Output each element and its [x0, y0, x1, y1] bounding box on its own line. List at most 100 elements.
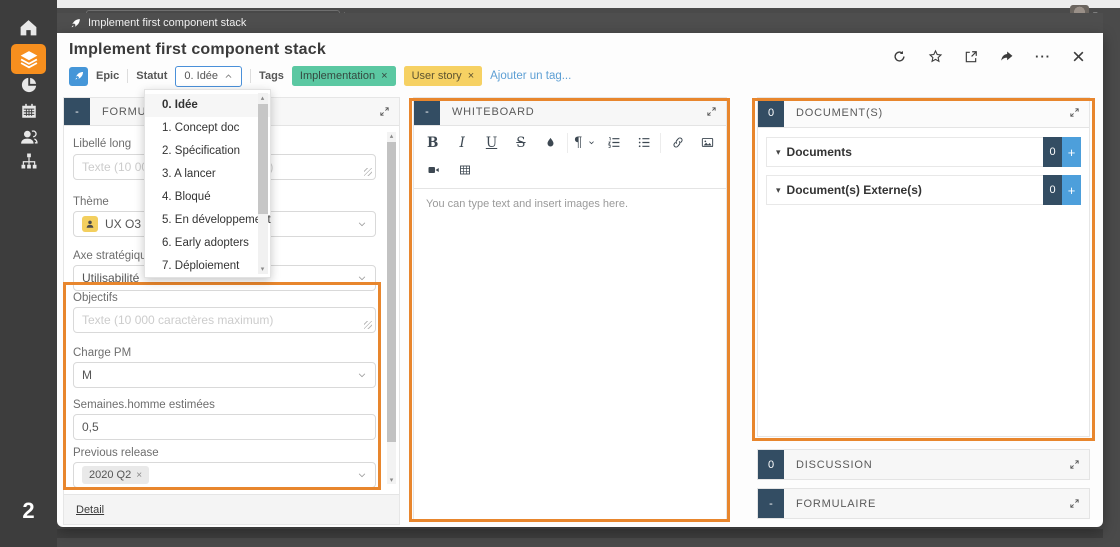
- scroll-down-icon[interactable]: ▾: [258, 265, 267, 273]
- video-icon[interactable]: [418, 157, 449, 182]
- status-option[interactable]: 6. Early adopters: [145, 232, 270, 255]
- italic-icon[interactable]: I: [447, 130, 476, 155]
- sidebar: 2: [0, 0, 57, 547]
- whiteboard-panel-header: - WHITEBOARD: [414, 98, 726, 126]
- rocket-icon: [73, 70, 85, 82]
- unordered-list-icon[interactable]: [629, 130, 658, 155]
- table-icon[interactable]: [449, 157, 480, 182]
- ordered-list-icon[interactable]: [599, 130, 628, 155]
- more-options-icon[interactable]: ···: [1035, 52, 1051, 62]
- scrollbar-thumb[interactable]: [258, 104, 268, 214]
- status-dropdown-menu: 0. Idée 1. Concept doc 2. Spécification …: [144, 89, 271, 278]
- sidebar-item-team[interactable]: [0, 127, 57, 147]
- divider: [250, 69, 251, 83]
- ticket-modal: Implement first component stack Epic Sta…: [57, 33, 1103, 527]
- calendar-icon: [20, 102, 38, 120]
- star-icon[interactable]: [928, 49, 943, 64]
- expand-panel-icon[interactable]: [1069, 459, 1080, 470]
- documents-panel: 0 DOCUMENT(S) ▾ Documents 0 + ▾ Document…: [757, 97, 1090, 437]
- link-icon[interactable]: [663, 130, 692, 155]
- documents-row[interactable]: ▾ Documents 0 +: [766, 137, 1081, 167]
- dropdown-scrollbar[interactable]: ▴ ▾: [258, 93, 268, 274]
- sidebar-item-epics-active[interactable]: [11, 44, 46, 74]
- tag-chip[interactable]: User story ×: [404, 66, 483, 86]
- formulaire2-panel-header: - FORMULAIRE: [757, 488, 1090, 519]
- sidebar-item-calendar[interactable]: [0, 102, 57, 120]
- chevron-up-icon: [224, 72, 233, 81]
- charge-pm-select[interactable]: M: [73, 362, 376, 388]
- status-option[interactable]: 4. Bloqué: [145, 186, 270, 209]
- expand-panel-icon[interactable]: [1069, 107, 1080, 118]
- scroll-down-icon[interactable]: ▾: [387, 476, 396, 484]
- expand-panel-icon[interactable]: [706, 106, 717, 117]
- bold-icon[interactable]: B: [418, 130, 447, 155]
- remove-release-icon[interactable]: ×: [136, 470, 142, 481]
- users-icon: [19, 127, 39, 147]
- collapse-panel-button[interactable]: -: [758, 489, 784, 518]
- remove-tag-icon[interactable]: ×: [381, 70, 387, 82]
- paragraph-glyph: ¶: [574, 135, 583, 151]
- semaines-homme-input[interactable]: 0,5: [73, 414, 376, 440]
- field-label: Objectifs: [73, 292, 118, 304]
- panel-title: FORMULAIRE: [796, 498, 876, 510]
- collapse-panel-button[interactable]: -: [414, 98, 440, 125]
- detail-link[interactable]: Detail: [76, 504, 104, 516]
- objectifs-textarea[interactable]: Texte (10 000 caractères maximum): [73, 307, 376, 333]
- expand-panel-icon[interactable]: [1069, 498, 1080, 509]
- external-documents-row-label: Document(s) Externe(s): [787, 183, 922, 197]
- status-option[interactable]: 3. A lancer: [145, 163, 270, 186]
- sidebar-item-reports[interactable]: [0, 76, 57, 94]
- underline-icon[interactable]: U: [477, 130, 506, 155]
- app-logo: 2: [0, 498, 57, 524]
- panel-count-badge[interactable]: 0: [758, 450, 784, 479]
- status-option[interactable]: 7. Déploiement: [145, 255, 270, 278]
- semaines-value: 0,5: [82, 420, 99, 434]
- strikethrough-icon[interactable]: S: [506, 130, 535, 155]
- toolbar-divider: [660, 133, 661, 153]
- previous-release-select[interactable]: 2020 Q2 ×: [73, 462, 376, 488]
- sitemap-icon: [20, 152, 38, 170]
- color-droplet-icon[interactable]: [536, 130, 565, 155]
- resize-handle-icon[interactable]: [364, 321, 372, 329]
- add-external-document-button[interactable]: +: [1062, 175, 1081, 205]
- add-document-button[interactable]: +: [1062, 137, 1081, 167]
- field-label: Thème: [73, 196, 109, 208]
- sidebar-item-home[interactable]: [0, 17, 57, 38]
- paragraph-format-icon[interactable]: ¶: [570, 130, 599, 155]
- remove-tag-icon[interactable]: ×: [468, 70, 474, 82]
- external-documents-row[interactable]: ▾ Document(s) Externe(s) 0 +: [766, 175, 1081, 205]
- status-dropdown-button[interactable]: 0. Idée: [175, 66, 242, 87]
- whiteboard-editor[interactable]: You can type text and insert images here…: [426, 198, 714, 210]
- scrollbar-thumb[interactable]: [387, 142, 396, 442]
- documents-panel-header: 0 DOCUMENT(S): [758, 98, 1089, 128]
- layers-icon: [19, 49, 39, 69]
- status-option[interactable]: 1. Concept doc: [145, 117, 270, 140]
- field-label: Semaines.homme estimées: [73, 399, 215, 411]
- open-in-new-icon[interactable]: [964, 50, 978, 64]
- rocket-icon: [69, 17, 82, 30]
- close-icon[interactable]: [1072, 50, 1085, 63]
- home-icon: [18, 17, 39, 38]
- collapse-panel-button[interactable]: -: [64, 98, 90, 125]
- sidebar-item-hierarchy[interactable]: [0, 152, 57, 170]
- field-label: Previous release: [73, 447, 159, 459]
- resize-handle-icon[interactable]: [364, 168, 372, 176]
- tag-chip[interactable]: Implementation ×: [292, 66, 396, 86]
- scroll-up-icon[interactable]: ▴: [387, 132, 396, 140]
- image-icon[interactable]: [693, 130, 722, 155]
- status-option[interactable]: 0. Idée: [145, 94, 270, 117]
- caret-down-icon[interactable]: ▾: [776, 147, 781, 158]
- divider: [127, 69, 128, 83]
- add-tag-link[interactable]: Ajouter un tag...: [490, 70, 571, 82]
- scroll-up-icon[interactable]: ▴: [258, 94, 267, 102]
- caret-down-icon[interactable]: ▾: [776, 185, 781, 196]
- expand-panel-icon[interactable]: [379, 106, 390, 117]
- share-icon[interactable]: [999, 49, 1014, 64]
- status-option[interactable]: 5. En développement: [145, 209, 270, 232]
- release-chip[interactable]: 2020 Q2 ×: [82, 466, 149, 484]
- documents-count-badge: 0: [1043, 137, 1062, 167]
- status-option[interactable]: 2. Spécification: [145, 140, 270, 163]
- form-scrollbar[interactable]: ▴ ▾: [387, 132, 396, 484]
- panel-count-badge[interactable]: 0: [758, 98, 784, 127]
- refresh-icon[interactable]: [892, 49, 907, 64]
